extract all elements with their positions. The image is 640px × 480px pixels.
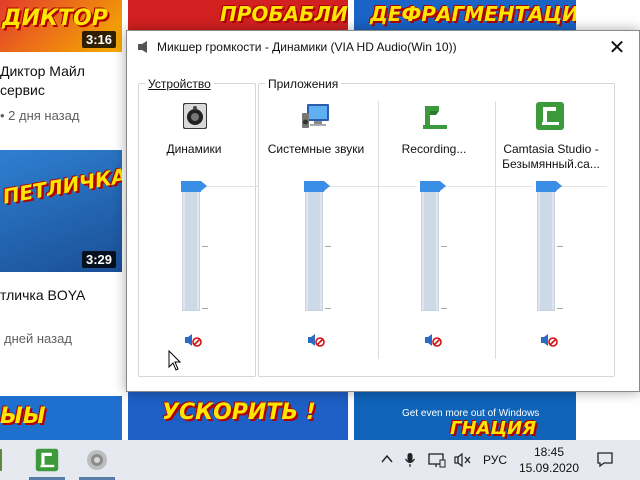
camtasia-studio-icon[interactable]	[535, 101, 565, 131]
camtasia-recorder-icon[interactable]	[419, 103, 449, 133]
slider-tick	[202, 308, 208, 309]
taskbar-app-camtasia[interactable]	[25, 440, 69, 480]
slider-tick	[441, 308, 447, 309]
input-language-indicator[interactable]: РУС	[483, 453, 507, 467]
volume-level-fill	[308, 192, 320, 310]
video-thumbnail-bottom-1[interactable]: ЫЫ	[0, 396, 122, 440]
channel-name: Системные звуки	[267, 142, 365, 156]
close-button[interactable]: ✕	[605, 35, 629, 59]
channel-name: Recording...	[401, 142, 467, 156]
volume-level-fill	[424, 192, 436, 310]
clock-time: 18:45	[533, 445, 565, 459]
mute-button[interactable]	[540, 333, 558, 347]
slider-tick	[557, 308, 563, 309]
video-thumbnail-2[interactable]: ПЕТЛИЧКА 3:29	[0, 150, 122, 272]
video-thumbnail-top-2[interactable]: ПРОБАБЛИ	[128, 0, 348, 30]
mute-button[interactable]	[184, 333, 202, 347]
speaker-icon[interactable]	[180, 101, 210, 131]
video-title-1-line2[interactable]: сервис	[0, 82, 45, 98]
video-thumbnail-1[interactable]: ДИКТОР 3:16	[0, 0, 122, 52]
volume-level-fill	[540, 192, 552, 310]
video-thumbnail-bottom-2[interactable]: УСКОРИТЬ !	[128, 392, 348, 440]
chevron-up-icon[interactable]	[380, 452, 394, 470]
volume-muted-icon[interactable]	[454, 452, 472, 472]
volume-slider-thumb[interactable]	[536, 181, 562, 192]
clock[interactable]: 18:45 15.09.2020	[514, 444, 584, 476]
mute-button[interactable]	[307, 333, 325, 347]
channel-divider	[495, 101, 496, 359]
thumbnail-overlay-text: ДИКТОР	[2, 6, 108, 31]
volume-mixer-icon	[87, 450, 107, 470]
thumbnail-overlay-text: ПЕТЛИЧКА	[0, 163, 122, 209]
taskbar-app-partial[interactable]	[0, 440, 14, 480]
video-duration: 3:16	[81, 31, 116, 48]
channel-name: Динамики	[166, 142, 222, 156]
volume-slider[interactable]	[182, 191, 200, 311]
device-group-label: Устройство	[145, 77, 214, 91]
thumbnail-overlay-text: ГНАЦИЯ	[450, 418, 537, 439]
taskbar-app-mixer[interactable]	[75, 440, 119, 480]
volume-slider-thumb[interactable]	[420, 181, 446, 192]
slider-tick	[325, 308, 331, 309]
mouse-cursor-icon	[168, 350, 182, 371]
notification-icon[interactable]	[596, 451, 614, 473]
camtasia-studio-icon	[35, 448, 59, 472]
microphone-icon[interactable]	[404, 452, 416, 472]
taskbar: РУС 18:45 15.09.2020	[0, 440, 640, 480]
thumbnail-overlay-text: УСКОРИТЬ !	[162, 400, 316, 425]
volume-mixer-window: Микшер громкости - Динамики (VIA HD Audi…	[126, 30, 640, 392]
volume-slider[interactable]	[305, 191, 323, 311]
window-title: Микшер громкости - Динамики (VIA HD Audi…	[157, 40, 457, 54]
speaker-icon	[138, 41, 147, 53]
video-thumbnail-bottom-3[interactable]: Get even more out of Windows ГНАЦИЯ	[354, 392, 576, 440]
mute-button[interactable]	[424, 333, 442, 347]
clock-date: 15.09.2020	[518, 461, 580, 475]
video-meta-2: дней назад	[4, 331, 72, 346]
video-thumbnail-top-3[interactable]: ДЕФРАГМЕНТАЦИЯ	[354, 0, 576, 30]
video-meta-1: • 2 дня назад	[0, 108, 80, 123]
channel-name-line2: Безымянный.ca...	[502, 157, 600, 171]
thumbnail-overlay-text: ПРОБАБЛИ	[220, 2, 348, 26]
volume-level-fill	[185, 192, 197, 310]
thumbnail-overlay-text: ЫЫ	[0, 404, 46, 429]
title-bar[interactable]: Микшер громкости - Динамики (VIA HD Audi…	[127, 31, 639, 63]
video-title-2[interactable]: тличка BOYA	[0, 287, 85, 303]
volume-slider[interactable]	[537, 191, 555, 311]
slider-tick	[325, 246, 331, 247]
volume-slider-thumb[interactable]	[304, 181, 330, 192]
volume-slider-thumb[interactable]	[181, 181, 207, 192]
system-sounds-icon[interactable]	[301, 101, 331, 131]
apps-group-label: Приложения	[265, 77, 342, 91]
thumbnail-overlay-text: ДЕФРАГМЕНТАЦИЯ	[370, 2, 576, 26]
slider-tick	[441, 246, 447, 247]
slider-tick	[202, 246, 208, 247]
channel-divider	[378, 101, 379, 359]
video-title-1[interactable]: Диктор Майл	[0, 63, 85, 79]
volume-slider[interactable]	[421, 191, 439, 311]
video-duration: 3:29	[81, 251, 116, 268]
channel-name: Camtasia Studio -	[503, 142, 599, 156]
slider-tick	[557, 246, 563, 247]
network-icon[interactable]	[428, 452, 446, 472]
